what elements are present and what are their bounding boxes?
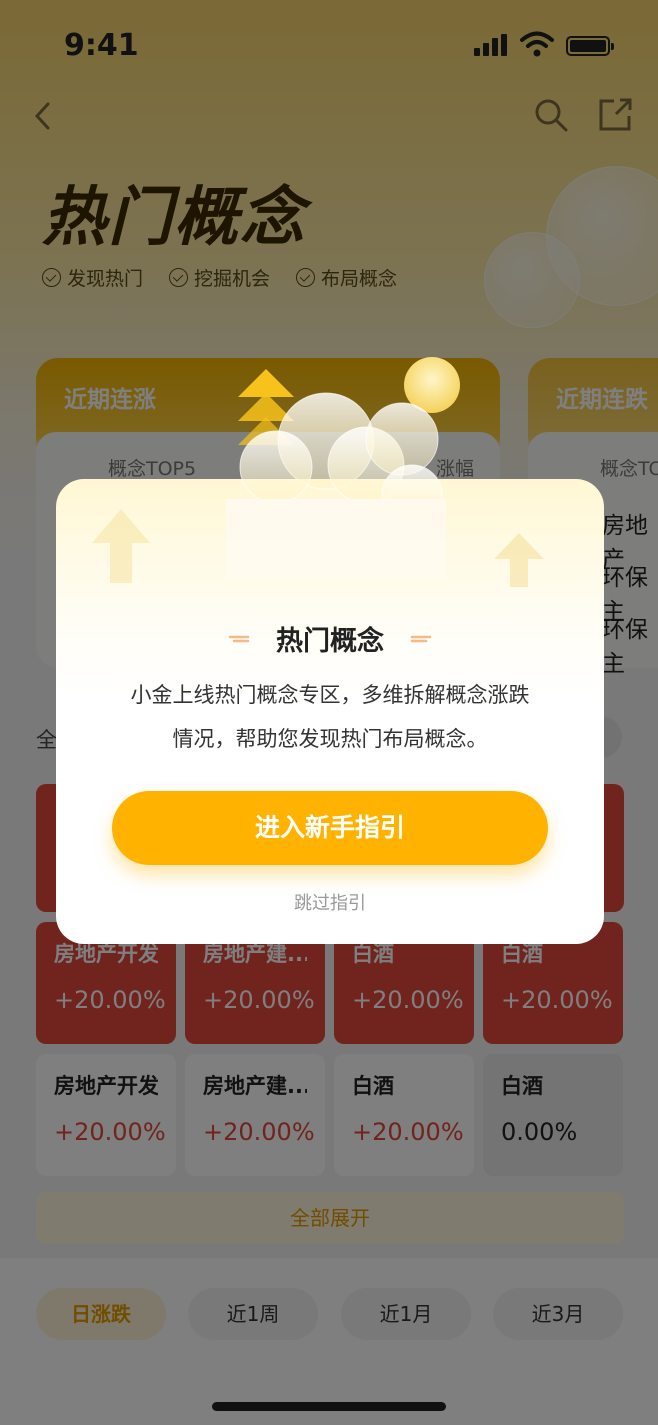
arrow-up-icon	[494, 533, 544, 587]
home-indicator	[212, 1402, 446, 1411]
skip-guide-link[interactable]: 跳过指引	[56, 889, 604, 915]
modal-description: 小金上线热门概念专区，多维拆解概念涨跌 情况，帮助您发现热门布局概念。	[90, 673, 570, 761]
modal-description-line: 情况，帮助您发现热门布局概念。	[172, 727, 488, 751]
arrow-up-icon	[92, 509, 150, 583]
cloud-sun-illustration	[226, 357, 460, 579]
title-deco-right	[410, 635, 432, 643]
modal-description-line: 小金上线热门概念专区，多维拆解概念涨跌	[130, 683, 530, 707]
start-guide-button[interactable]: 进入新手指引	[112, 791, 548, 865]
guide-modal: 热门概念 小金上线热门概念专区，多维拆解概念涨跌 情况，帮助您发现热门布局概念。…	[56, 357, 604, 944]
page: 9:41 热门概念 发现热门 挖掘机会 布局概念 近期连涨 概念TOP5 涨幅	[0, 0, 658, 1425]
modal-title: 热门概念	[276, 626, 384, 657]
